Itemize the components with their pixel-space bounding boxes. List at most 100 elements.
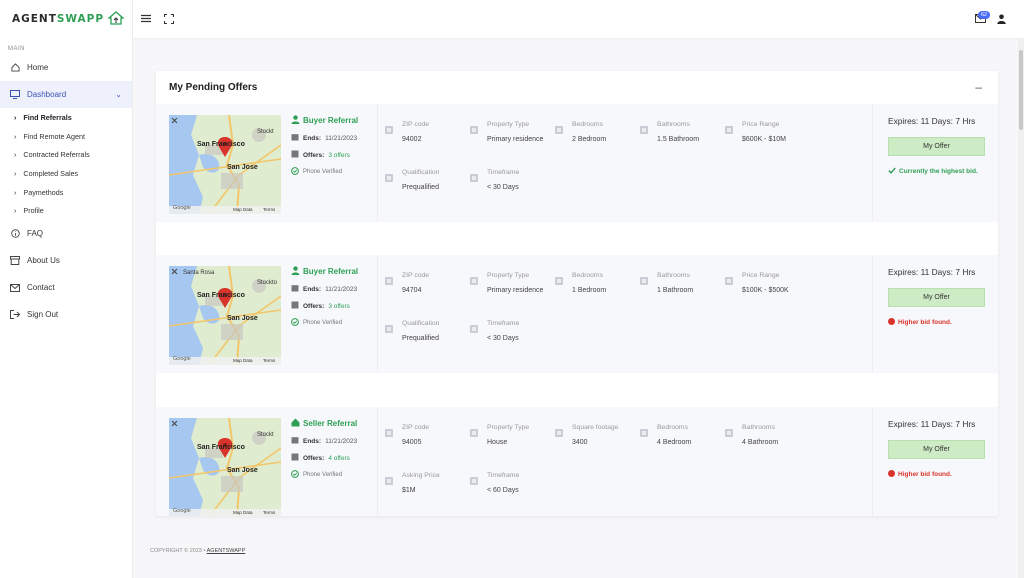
sidebar-item-label: About Us [27, 256, 60, 266]
qualification-icon [384, 324, 394, 334]
offers-count[interactable]: 3 offers [328, 152, 350, 159]
bathrooms-icon [724, 428, 734, 438]
sidebar-item-faq[interactable]: FAQ [0, 220, 132, 247]
field-property-type: Property Type Primary residence [469, 121, 543, 143]
map-label-city3: Stockt [257, 129, 274, 135]
referral-title[interactable]: Buyer Referral [291, 115, 358, 126]
sidebar-item-label: FAQ [27, 229, 44, 239]
field-label: Square footage [572, 424, 619, 431]
user-icon[interactable] [997, 14, 1006, 26]
referral-title[interactable]: Buyer Referral [291, 266, 358, 277]
location-map[interactable]: San Francisco San Jose Stockt Google Map… [169, 115, 281, 214]
alert-dot-icon [888, 318, 895, 327]
field-qualification: Qualification Prequalified [384, 320, 439, 342]
sidebar-subitem-profile[interactable]: › Profile [0, 201, 132, 220]
field-value: House [487, 439, 508, 446]
monitor-icon [10, 90, 20, 100]
map-data-link[interactable]: Map Data [233, 207, 253, 212]
google-logo: Google [173, 508, 191, 514]
chevron-right-icon: › [14, 187, 17, 197]
ends-value: 11/21/2023 [325, 285, 358, 293]
chevron-right-icon: › [14, 168, 17, 178]
page-title: My Pending Offers [169, 82, 258, 93]
list-icon [291, 150, 299, 160]
map-terms-link[interactable]: Terms [263, 510, 275, 515]
price-range-icon [724, 125, 734, 135]
scrollbar-thumb[interactable] [1019, 50, 1023, 130]
sign-out-icon [10, 310, 20, 320]
offer-row-1: San Francisco San Jose Stockt Google Map… [156, 104, 998, 222]
phone-verified: Phone Verified [303, 472, 343, 478]
bathrooms-icon [639, 125, 649, 135]
referral-info: Seller Referral Ends: 11/21/2023 Offers:… [291, 418, 357, 480]
field-asking-price: Asking Price $1M [384, 472, 440, 494]
map-data-link[interactable]: Map Data [233, 358, 253, 363]
field-label: Bathrooms [657, 272, 690, 279]
my-offer-button[interactable]: My Offer [888, 288, 985, 307]
footer-brand-link[interactable]: AGENTSWAPP [207, 548, 246, 554]
field-zip-code: ZIP code 94005 [384, 424, 429, 446]
field-value: < 60 Days [487, 487, 519, 494]
bid-status: Higher bid found. [888, 470, 952, 479]
sidebar: AGENTSWAPP MAIN Home Dashboard ⌄ › Find … [0, 0, 133, 578]
sidebar-subitem-paymethods[interactable]: › Paymethods [0, 183, 132, 202]
ends-line: Ends: 11/21/2023 [291, 436, 357, 446]
field-timeframe: Timeframe < 60 Days [469, 472, 519, 494]
offers-count[interactable]: 4 offers [328, 455, 350, 462]
field-bedrooms: Bedrooms 2 Bedroom [554, 121, 606, 143]
my-offer-button[interactable]: My Offer [888, 440, 985, 459]
sidebar-subitem-find-referrals[interactable]: › Find Referrals [0, 108, 132, 127]
asking-price-icon [384, 476, 394, 486]
property-type-icon [469, 276, 479, 286]
offers-count[interactable]: 3 offers [328, 303, 350, 310]
location-map[interactable]: San Francisco San Jose Stockt Google Map… [169, 418, 281, 516]
expires-text: Expires: 11 Days: 7 Hrs [888, 116, 976, 126]
bid-status: Higher bid found. [888, 318, 952, 327]
user-icon [291, 266, 300, 277]
map-data-link[interactable]: Map Data [233, 510, 253, 515]
timeframe-icon [469, 324, 479, 334]
sidebar-item-signout[interactable]: Sign Out [0, 301, 132, 328]
sidebar-item-dashboard[interactable]: Dashboard ⌄ [0, 81, 132, 108]
field-value: $1M [402, 487, 416, 494]
sidebar-item-about[interactable]: About Us [0, 247, 132, 274]
offers-label: Offers: [303, 454, 325, 462]
map-terms-link[interactable]: Terms [263, 207, 275, 212]
property-type-icon [469, 125, 479, 135]
ends-value: 11/21/2023 [325, 437, 358, 445]
map-terms-link[interactable]: Terms [263, 358, 275, 363]
location-map[interactable]: San Francisco San Jose Stockto Santa Ros… [169, 266, 281, 365]
chevron-right-icon: › [14, 131, 17, 141]
sidebar-item-home[interactable]: Home [0, 54, 132, 81]
calendar-icon [291, 284, 299, 294]
map-label-extra: Santa Rosa [183, 270, 215, 276]
collapse-button[interactable]: – [975, 80, 982, 94]
field-value: 94002 [402, 136, 422, 143]
fullscreen-icon[interactable] [163, 13, 175, 26]
chevron-down-icon: ⌄ [115, 90, 122, 99]
sidebar-item-contact[interactable]: Contact [0, 274, 132, 301]
square-footage-icon [554, 428, 564, 438]
sidebar-subitem-find-remote-agent[interactable]: › Find Remote Agent [0, 127, 132, 146]
field-timeframe: Timeframe < 30 Days [469, 169, 519, 191]
field-timeframe: Timeframe < 30 Days [469, 320, 519, 342]
section-label-main: MAIN [8, 46, 25, 52]
field-label: ZIP code [402, 121, 430, 128]
bid-status-text: Higher bid found. [898, 471, 952, 478]
sidebar-subitem-contracted-referrals[interactable]: › Contracted Referrals [0, 145, 132, 164]
scrollbar[interactable] [1018, 38, 1024, 578]
menu-icon[interactable] [141, 14, 151, 25]
map-label-city2: San Jose [227, 467, 258, 474]
field-price-range: Price Range $600K - $10M [724, 121, 786, 143]
my-offer-button[interactable]: My Offer [888, 137, 985, 156]
referral-title[interactable]: Seller Referral [291, 418, 357, 429]
field-label: Qualification [402, 320, 440, 327]
home-icon [291, 418, 300, 429]
field-bedrooms: Bedrooms 4 Bedroom [639, 424, 691, 446]
info-icon [10, 229, 20, 239]
sidebar-subitem-completed-sales[interactable]: › Completed Sales [0, 164, 132, 183]
google-logo: Google [173, 205, 191, 211]
sidebar-subitem-label: Completed Sales [23, 168, 79, 178]
sidebar-item-label: Dashboard [27, 90, 67, 99]
logo[interactable]: AGENTSWAPP [0, 0, 132, 38]
